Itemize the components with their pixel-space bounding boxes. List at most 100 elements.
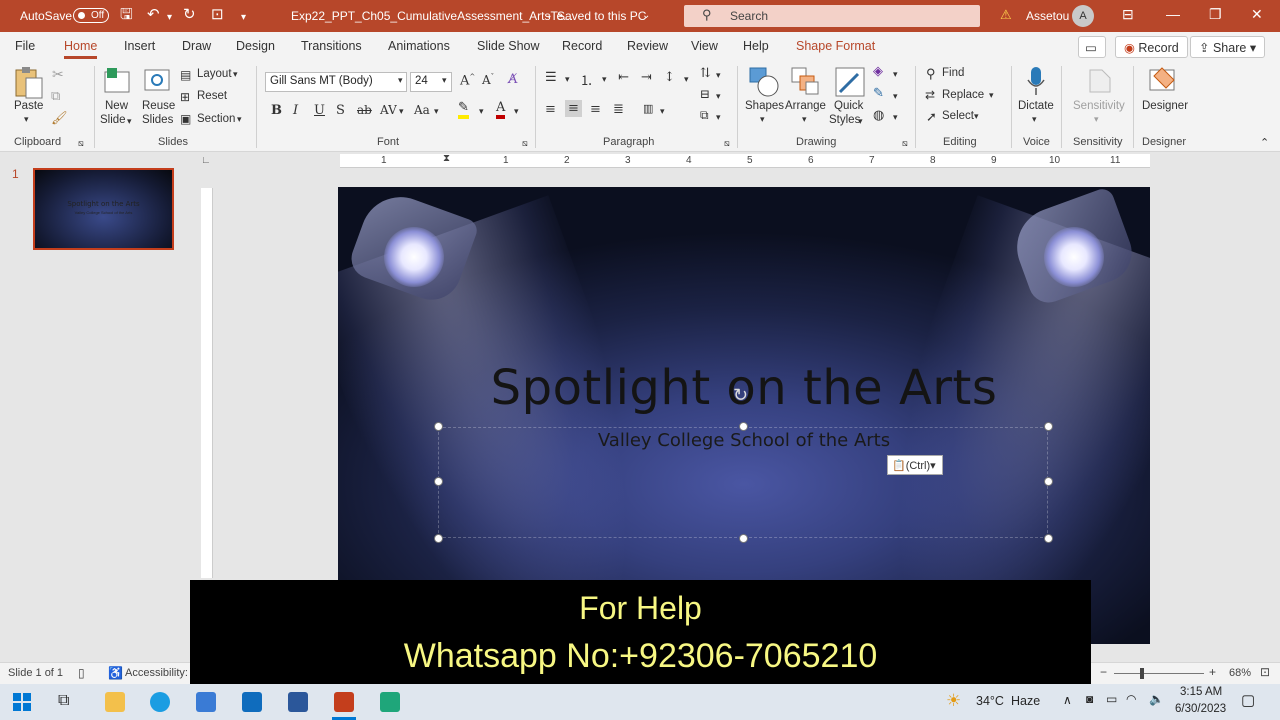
- tab-record[interactable]: Record: [562, 39, 602, 53]
- smartart-dropdown-icon[interactable]: ▾: [716, 112, 721, 123]
- slide-thumbnail[interactable]: Spotlight on the Arts Valley College Sch…: [33, 168, 174, 250]
- section-dropdown-icon[interactable]: ▾: [237, 114, 242, 125]
- resize-handle[interactable]: [1044, 422, 1053, 431]
- find-button[interactable]: Find: [942, 67, 964, 79]
- battery-icon[interactable]: ▭: [1106, 692, 1117, 706]
- tab-shape-format[interactable]: Shape Format: [796, 39, 875, 53]
- save-status[interactable]: Saved to this PC: [557, 9, 646, 23]
- weather-temp[interactable]: 34°C: [976, 694, 1004, 708]
- slide-subtitle[interactable]: Valley College School of the Arts: [338, 430, 1150, 451]
- numbering-icon[interactable]: ⒈: [580, 70, 593, 89]
- columns-dropdown-icon[interactable]: ▾: [660, 106, 665, 117]
- find-icon[interactable]: ⚲: [926, 66, 936, 82]
- resize-handle[interactable]: [434, 534, 443, 543]
- strikethrough-icon[interactable]: ab: [357, 103, 372, 117]
- quick-styles-icon[interactable]: [834, 66, 866, 98]
- app-icon[interactable]: [380, 692, 400, 712]
- arrange-label[interactable]: Arrange: [785, 100, 826, 112]
- replace-icon[interactable]: ⇄: [925, 88, 935, 102]
- resize-handle[interactable]: [739, 422, 748, 431]
- select-icon[interactable]: ➚: [926, 109, 937, 125]
- dictate-dropdown-icon[interactable]: ▾: [1032, 114, 1037, 125]
- font-size-chevron-icon[interactable]: ▾: [442, 75, 447, 86]
- line-spacing-icon[interactable]: ↕: [664, 70, 675, 85]
- line-spacing-dropdown-icon[interactable]: ▾: [684, 74, 689, 85]
- new-slide-label-1[interactable]: New: [105, 100, 128, 112]
- save-icon[interactable]: 🖫: [120, 7, 133, 23]
- customize-qat-icon[interactable]: ▾: [241, 10, 246, 26]
- shape-fill-dropdown-icon[interactable]: ▾: [893, 69, 898, 80]
- quick-styles-label-1[interactable]: Quick: [834, 100, 863, 112]
- clipboard-launcher-icon[interactable]: ⧅: [78, 138, 84, 149]
- wifi-icon[interactable]: ◠: [1126, 692, 1136, 706]
- drawing-launcher-icon[interactable]: ⧅: [902, 138, 908, 149]
- vertical-ruler[interactable]: [201, 188, 213, 578]
- store-icon[interactable]: [196, 692, 216, 712]
- tab-slide-show[interactable]: Slide Show: [477, 39, 540, 53]
- show-hidden-icons-icon[interactable]: ∧: [1063, 693, 1072, 707]
- powerpoint-icon[interactable]: [334, 692, 354, 712]
- clear-formatting-icon[interactable]: A̸: [508, 72, 517, 87]
- columns-icon[interactable]: ▥: [643, 102, 653, 115]
- bold-icon[interactable]: B: [271, 103, 282, 118]
- weather-icon[interactable]: ☀: [946, 691, 961, 711]
- edge-icon[interactable]: [150, 692, 170, 712]
- clock-time[interactable]: 3:15 AM: [1180, 686, 1222, 698]
- shape-effects-icon[interactable]: ◍: [873, 108, 884, 123]
- new-slide-label-2[interactable]: Slide: [100, 114, 126, 126]
- bullets-dropdown-icon[interactable]: ▾: [565, 74, 570, 85]
- zoom-slider[interactable]: [1114, 673, 1204, 674]
- replace-dropdown-icon[interactable]: ▾: [989, 90, 994, 101]
- tab-animations[interactable]: Animations: [388, 39, 450, 53]
- tab-file[interactable]: File: [15, 39, 35, 53]
- zoom-out-icon[interactable]: −: [1100, 665, 1107, 679]
- word-icon[interactable]: [288, 692, 308, 712]
- font-launcher-icon[interactable]: ⧅: [522, 138, 528, 149]
- numbering-dropdown-icon[interactable]: ▾: [602, 74, 607, 85]
- maximize-icon[interactable]: ❐: [1209, 6, 1222, 23]
- paste-label[interactable]: Paste: [14, 100, 43, 112]
- bullets-icon[interactable]: ☰: [545, 70, 557, 85]
- shapes-icon[interactable]: [748, 66, 780, 98]
- paste-dropdown-icon[interactable]: ▾: [24, 114, 29, 125]
- share-button[interactable]: ⇪ Share ▾: [1190, 36, 1266, 58]
- clock-date[interactable]: 6/30/2023: [1175, 703, 1226, 715]
- reuse-slides-icon[interactable]: [143, 66, 171, 94]
- tab-insert[interactable]: Insert: [124, 39, 155, 53]
- resize-handle[interactable]: [434, 422, 443, 431]
- camera-icon[interactable]: ◙: [1086, 692, 1093, 706]
- quick-styles-dropdown-icon[interactable]: ▾: [858, 116, 863, 127]
- shape-outline-dropdown-icon[interactable]: ▾: [893, 91, 898, 102]
- fit-to-window-icon[interactable]: ⊡: [1260, 665, 1270, 679]
- change-case-icon[interactable]: Aa: [414, 103, 430, 117]
- file-explorer-icon[interactable]: [105, 692, 125, 712]
- designer-label[interactable]: Designer: [1142, 100, 1188, 112]
- redo-icon[interactable]: ↻: [183, 7, 196, 23]
- comments-icon[interactable]: ▭: [1078, 36, 1106, 58]
- accessibility-icon[interactable]: ♿: [108, 666, 123, 680]
- decrease-indent-icon[interactable]: ⇤: [618, 70, 629, 85]
- zoom-slider-thumb[interactable]: [1140, 668, 1144, 679]
- layout-icon[interactable]: ▤: [180, 68, 191, 82]
- shape-fill-icon[interactable]: ◈: [873, 64, 883, 79]
- resize-handle[interactable]: [1044, 477, 1053, 486]
- tab-view[interactable]: View: [691, 39, 718, 53]
- search-box[interactable]: ⚲ Search: [684, 5, 980, 27]
- task-view-icon[interactable]: ⧉: [58, 692, 69, 710]
- tab-design[interactable]: Design: [236, 39, 275, 53]
- avatar[interactable]: A: [1072, 5, 1094, 27]
- resize-handle[interactable]: [1044, 534, 1053, 543]
- close-icon[interactable]: ✕: [1251, 6, 1263, 23]
- volume-icon[interactable]: 🔈: [1149, 692, 1164, 706]
- tab-draw[interactable]: Draw: [182, 39, 211, 53]
- windows-start-icon[interactable]: [13, 693, 31, 711]
- font-family-chevron-icon[interactable]: ▾: [398, 75, 403, 86]
- tab-home[interactable]: Home: [64, 39, 98, 59]
- smartart-icon[interactable]: ⧉: [700, 108, 709, 123]
- shapes-label[interactable]: Shapes: [745, 100, 784, 112]
- font-color-icon[interactable]: A: [496, 100, 506, 119]
- ribbon-display-icon[interactable]: ⊟: [1122, 6, 1134, 23]
- highlight-icon[interactable]: ✎: [458, 101, 469, 119]
- italic-icon[interactable]: I: [293, 103, 298, 118]
- case-dropdown-icon[interactable]: ▾: [434, 106, 439, 117]
